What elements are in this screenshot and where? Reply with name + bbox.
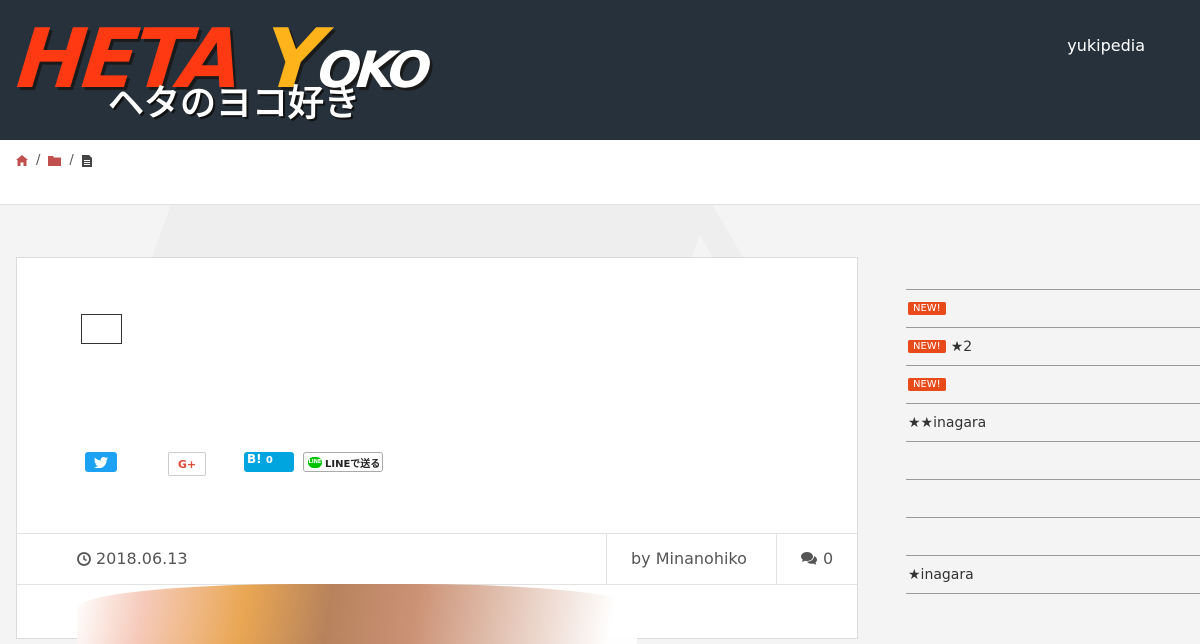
logo-subtitle: ヘタのヨコ好き xyxy=(108,83,361,124)
new-badge: NEW! xyxy=(908,378,946,391)
breadcrumb-bar: / / xyxy=(0,140,1200,205)
post-date-text: 2018.06.13 xyxy=(96,549,188,568)
hatena-label: B! xyxy=(247,452,262,466)
divider xyxy=(606,534,607,584)
sidebar-item[interactable]: NEW! ★2 xyxy=(906,327,1200,365)
twitter-share-button[interactable] xyxy=(85,452,117,472)
hatena-bookmark-button[interactable]: B! 0 xyxy=(244,452,294,472)
new-badge: NEW! xyxy=(908,302,946,315)
line-icon: LINE xyxy=(308,456,322,468)
sidebar-item[interactable]: NEW! xyxy=(906,365,1200,403)
clock-icon xyxy=(77,551,91,566)
divider xyxy=(776,534,777,584)
comment-count[interactable]: 0 xyxy=(801,549,833,568)
sidebar-item[interactable]: ★inagara xyxy=(906,555,1200,594)
document-icon xyxy=(81,154,92,167)
sidebar-item-label: ★inagara xyxy=(908,566,974,583)
home-icon[interactable] xyxy=(16,155,28,166)
comments-icon xyxy=(801,552,817,565)
breadcrumb: / / xyxy=(16,153,92,168)
sidebar-post-list: NEW! NEW! ★2 NEW! ★★inagara ★inagara xyxy=(906,289,1200,594)
sidebar-item[interactable] xyxy=(906,517,1200,555)
twitter-icon xyxy=(94,456,108,468)
sidebar-item-label: ★★inagara xyxy=(908,414,987,431)
breadcrumb-separator: / xyxy=(36,153,41,168)
google-plus-share-button[interactable]: G+ xyxy=(168,452,206,476)
line-share-label: LINEで送る xyxy=(325,458,381,470)
post-author[interactable]: by Minanohiko xyxy=(631,549,747,568)
site-header: HETA YOKO ヘタのヨコ好き yukipedia xyxy=(0,0,1200,140)
new-badge: NEW! xyxy=(908,340,946,353)
comment-count-text: 0 xyxy=(823,549,834,568)
sidebar-item-label: ★2 xyxy=(950,338,973,355)
site-logo[interactable]: HETA YOKO ヘタのヨコ好き xyxy=(13,12,430,126)
line-share-button[interactable]: LINE LINEで送る xyxy=(303,452,383,472)
background-shape xyxy=(149,205,711,265)
sidebar-item[interactable]: ★★inagara xyxy=(906,403,1200,441)
breadcrumb-separator: / xyxy=(69,153,74,168)
folder-icon[interactable] xyxy=(48,155,62,166)
article-card: G+ B! 0 LINE LINEで送る 2018.06.13 by Minan… xyxy=(16,257,858,644)
post-date: 2018.06.13 xyxy=(77,549,188,568)
placeholder-box xyxy=(81,314,122,344)
sidebar-item[interactable] xyxy=(906,479,1200,517)
article-meta: 2018.06.13 by Minanohiko 0 xyxy=(17,533,857,585)
sidebar-item[interactable]: NEW! xyxy=(906,289,1200,327)
hatena-count: 0 xyxy=(265,455,273,466)
featured-image xyxy=(77,584,637,644)
sidebar-item[interactable] xyxy=(906,441,1200,479)
nav-link-yukipedia[interactable]: yukipedia xyxy=(1067,36,1145,55)
